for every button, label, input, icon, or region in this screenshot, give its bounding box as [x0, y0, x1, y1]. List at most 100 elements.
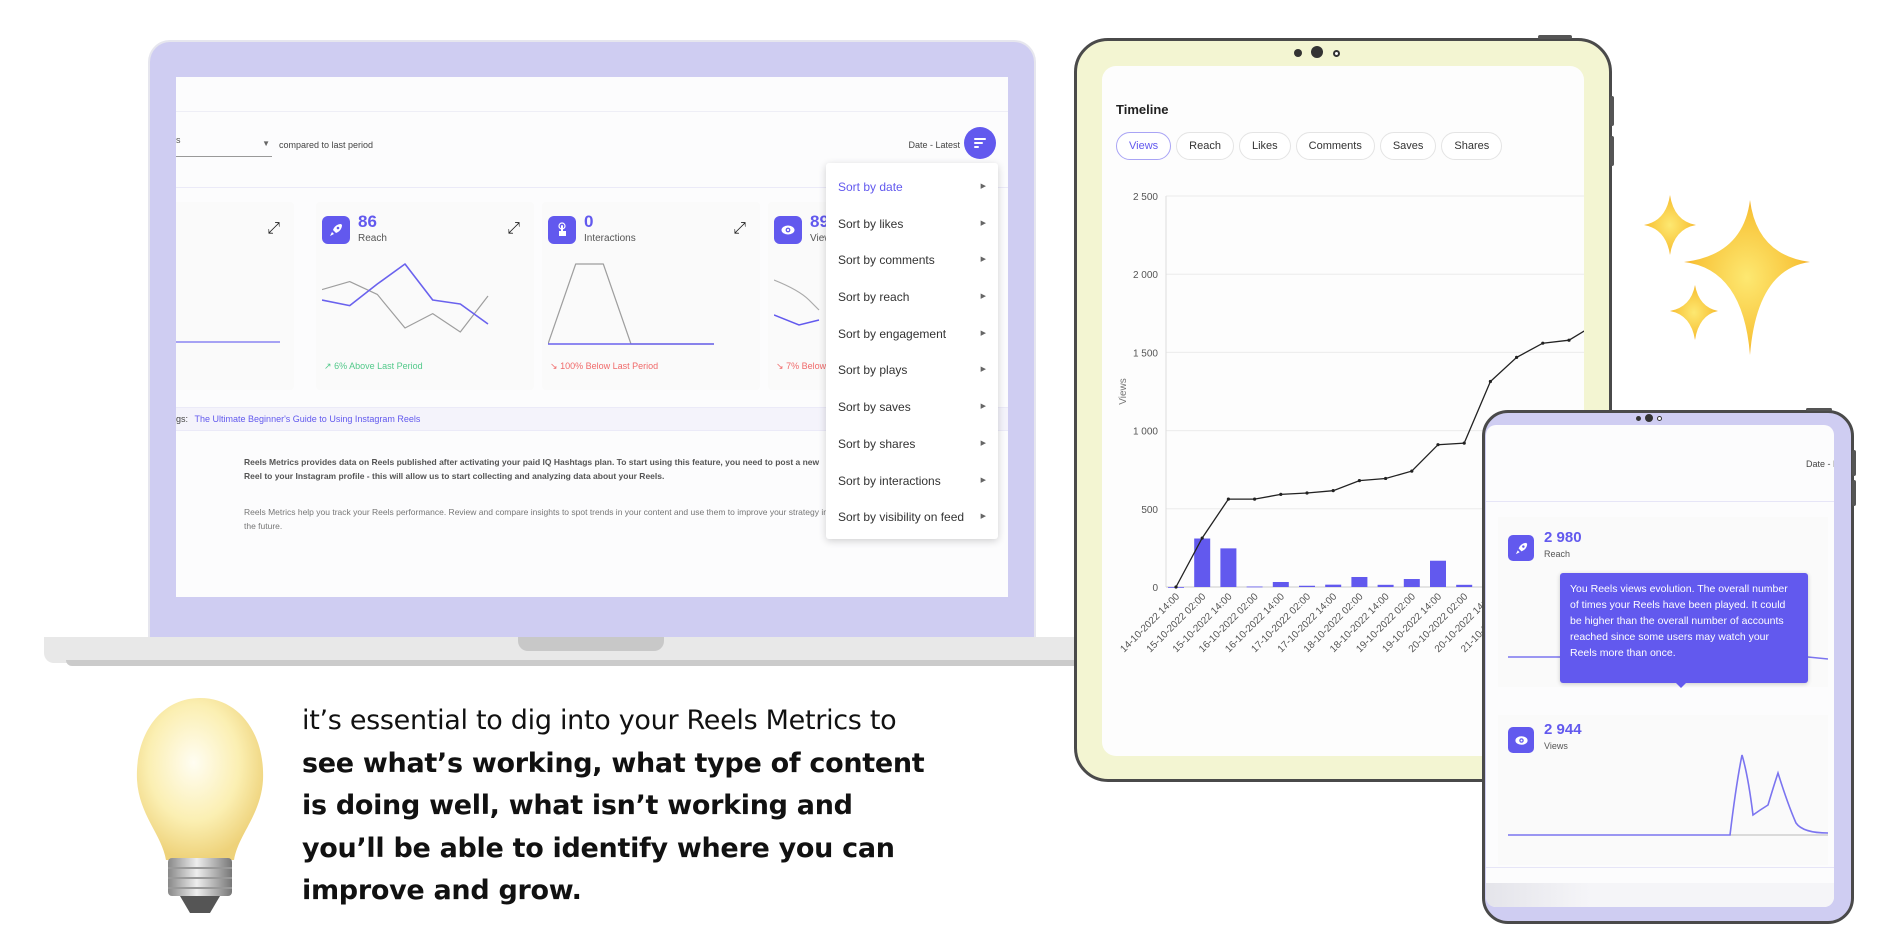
arrow-up-right-icon: ↗: [324, 361, 332, 371]
caret-right-icon: ▶: [980, 329, 986, 337]
tablet-sensor: [1294, 49, 1302, 57]
cumulative-point: [1200, 536, 1204, 540]
expand-icon[interactable]: ⤢: [267, 220, 280, 238]
bulb-glass: [136, 698, 264, 860]
tablet-volume-down: [1610, 136, 1614, 166]
y-axis-label: Views: [1118, 378, 1129, 405]
phone-volume-up: [1852, 450, 1856, 476]
phone-views-sparkline: [1508, 754, 1828, 836]
caption-text: it’s essential to dig into your Reels Me…: [302, 700, 942, 913]
sparkle-large: [1684, 200, 1810, 355]
y-tick-label: 1 500: [1133, 348, 1158, 359]
caret-right-icon: ▶: [980, 513, 986, 521]
phone-views-line: [1508, 754, 1828, 836]
bar-views: [1272, 581, 1289, 587]
sort-item-comments[interactable]: Sort by comments ▶: [826, 242, 998, 279]
tooltip-arrow: [1676, 683, 1686, 688]
cumulative-point: [1384, 476, 1388, 481]
phone-sensor: [1636, 416, 1641, 421]
sort-item-reach[interactable]: Sort by reach ▶: [826, 279, 998, 316]
sparkles-icon: [1644, 195, 1810, 355]
sort-menu: Sort by date ▶ Sort by likes ▶ Sort by com…: [826, 163, 998, 539]
phone-power-button: [1806, 408, 1832, 411]
sort-item-label: Sort by shares: [838, 436, 916, 451]
cumulative-point: [1410, 469, 1414, 473]
sort-item-label: Sort by saves: [838, 400, 911, 415]
sort-button[interactable]: [964, 127, 996, 159]
sort-item-likes[interactable]: Sort by likes ▶: [826, 206, 998, 243]
guide-link[interactable]: The Ultimate Beginner's Guide to Using I…: [195, 414, 421, 424]
tablet-volume-up: [1610, 96, 1614, 126]
y-tick-label: 2 500: [1133, 192, 1158, 203]
bar-views: [1246, 586, 1263, 588]
arrow-down-right-icon: ↘: [776, 361, 784, 371]
cumulative-point: [1174, 585, 1178, 589]
cumulative-point: [1253, 497, 1257, 501]
cumulative-point: [1436, 443, 1440, 447]
phone-divider: [1486, 501, 1834, 502]
bar-views: [1194, 538, 1211, 587]
tablet-camera: [1311, 46, 1323, 58]
sort-item-label: Sort by engagement: [838, 326, 947, 341]
cumulative-point: [1226, 497, 1230, 501]
bar-views: [1325, 584, 1342, 587]
sort-item-label: Sort by likes: [838, 216, 904, 231]
info-paragraph-1: Reels Metrics provides data on Reels pub…: [244, 457, 820, 481]
bar-views: [1456, 584, 1473, 587]
caret-right-icon: ▶: [980, 219, 986, 227]
phone-reach-line-end: [1807, 656, 1828, 660]
sort-item-interactions[interactable]: Sort by interactions ▶: [826, 463, 998, 500]
compare-label: compared to last period: [279, 140, 374, 150]
guide-prefix: gs:: [176, 414, 189, 424]
sort-item-shares[interactable]: Sort by shares ▶: [826, 426, 998, 463]
tablet-light-sensor: [1333, 50, 1340, 57]
sort-item-engagement[interactable]: Sort by engagement ▶: [826, 316, 998, 353]
cumulative-point: [1515, 355, 1519, 360]
sort-lines-icon: [974, 136, 986, 150]
cumulative-point: [1279, 492, 1283, 497]
y-tick-label: 0: [1152, 583, 1158, 594]
partial-sparkline: [176, 341, 280, 343]
sort-item-plays[interactable]: Sort by plays ▶: [826, 352, 998, 389]
period-select[interactable]: s ▼: [176, 135, 272, 157]
sort-item-label: Sort by comments: [838, 253, 935, 268]
bar-views: [1299, 585, 1315, 587]
sort-item-label: Sort by visibility on feed: [838, 510, 965, 525]
metric-card-partial: ⤢: [176, 202, 294, 390]
interactions-sparkline: [548, 263, 714, 345]
sort-item-label: Sort by plays: [838, 363, 908, 378]
laptop-notch: [518, 637, 664, 651]
caret-right-icon: ▶: [980, 293, 986, 301]
caret-right-icon: ▶: [980, 476, 986, 484]
caption-bold: see what’s working, what type of content…: [302, 747, 925, 907]
caret-right-icon: ▶: [980, 183, 986, 190]
reach-sparkline: [322, 263, 489, 333]
caret-right-icon: ▶: [980, 403, 986, 411]
phone-volume-down: [1852, 480, 1856, 506]
sparkle-small-bottom: [1670, 285, 1718, 340]
y-tick-label: 1 000: [1133, 427, 1158, 438]
phone-sort-label: Date - L: [1805, 459, 1834, 469]
sort-item-visibility[interactable]: Sort by visibility on feed ▶: [826, 499, 998, 536]
bar-views: [1430, 560, 1446, 587]
cumulative-point: [1541, 341, 1545, 345]
sort-item-label: Sort by reach: [838, 290, 910, 305]
cumulative-point: [1488, 379, 1492, 384]
info-paragraph-2: Reels Metrics help you track your Reels …: [244, 507, 828, 531]
sort-item-saves[interactable]: Sort by saves ▶: [826, 389, 998, 426]
phone-footer: [1486, 883, 1834, 907]
expand-icon[interactable]: ⤢: [733, 220, 746, 238]
caret-right-icon: ▶: [980, 366, 986, 374]
sort-item-date[interactable]: Sort by date ▶: [826, 169, 998, 206]
expand-icon[interactable]: ⤢: [507, 220, 520, 238]
tap-hand-icon: [548, 216, 576, 244]
cumulative-point: [1331, 489, 1335, 493]
caret-right-icon: ▶: [980, 256, 986, 264]
cumulative-point: [1357, 479, 1361, 483]
bar-views: [1377, 584, 1394, 587]
bar-views: [1220, 548, 1237, 587]
caption-normal: it’s essential to dig into your Reels Me…: [302, 705, 897, 736]
sort-label: Date - Latest: [908, 140, 960, 150]
reach-trend: ↗ 6% Above Last Period: [324, 361, 423, 372]
y-tick-label: 500: [1141, 505, 1158, 516]
